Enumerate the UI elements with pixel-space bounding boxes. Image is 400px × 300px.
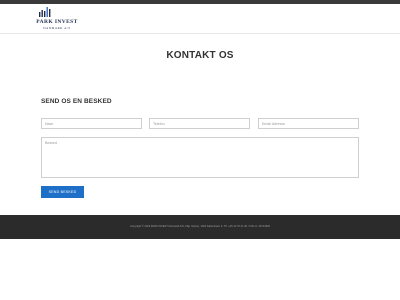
footer-copyright: Copyright © 2019 PARK INVEST Danmark A/S… bbox=[129, 225, 271, 228]
building-bars-icon bbox=[39, 7, 51, 17]
page-title: KONTAKT OS bbox=[166, 50, 234, 61]
form-section-title: SEND OS EN BESKED bbox=[41, 98, 112, 105]
phone-input[interactable] bbox=[149, 118, 250, 129]
brand-name: PARK INVEST bbox=[36, 19, 78, 25]
site-header: PARK INVEST DANMARK A/S bbox=[0, 4, 400, 34]
site-footer: Copyright © 2019 PARK INVEST Danmark A/S… bbox=[0, 215, 400, 239]
name-input[interactable] bbox=[41, 118, 142, 129]
brand-subtitle: DANMARK A/S bbox=[43, 26, 71, 30]
email-input[interactable] bbox=[258, 118, 359, 129]
send-message-button[interactable]: SEND BESKED bbox=[41, 186, 84, 198]
message-textarea[interactable] bbox=[41, 137, 359, 178]
brand-logo[interactable]: PARK INVEST DANMARK A/S bbox=[32, 6, 82, 34]
